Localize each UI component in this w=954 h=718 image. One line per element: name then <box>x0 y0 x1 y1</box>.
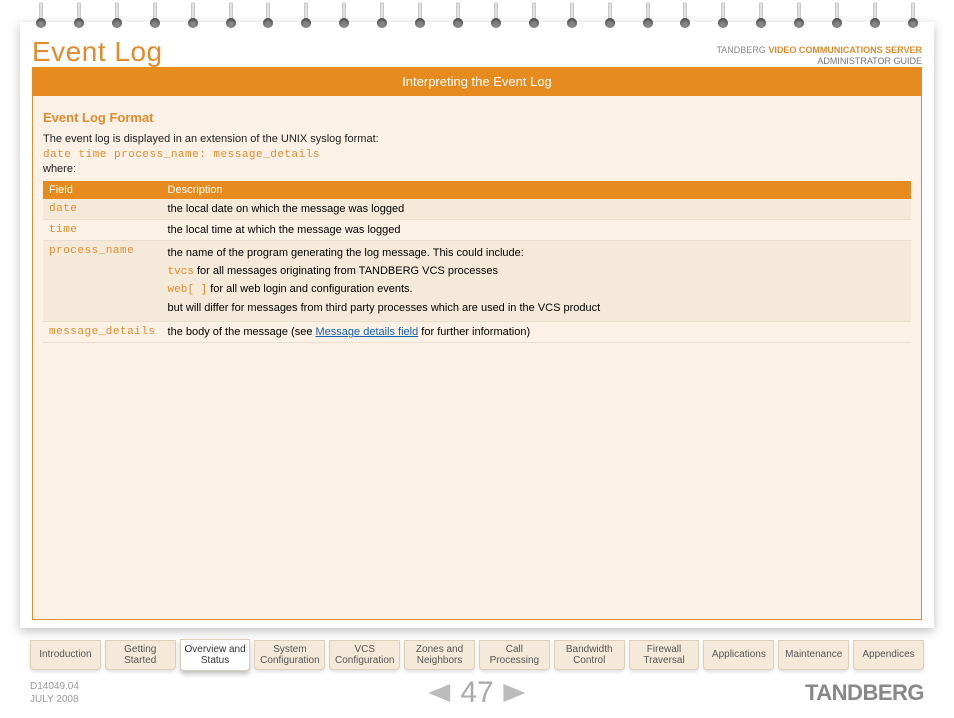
footer: D14049.04 JULY 2008 47 TANDBERG <box>30 676 924 710</box>
field-description: the local date on which the message was … <box>162 199 911 220</box>
tab-bandwidth-control[interactable]: BandwidthControl <box>554 640 625 670</box>
page-number: 47 <box>460 676 493 710</box>
header-meta: TANDBERG VIDEO COMMUNICATIONS SERVER ADM… <box>716 45 922 68</box>
tab-introduction[interactable]: Introduction <box>30 640 101 670</box>
field-description: the local time at which the message was … <box>162 220 911 241</box>
where-label: where: <box>33 163 921 181</box>
field-name: date <box>43 199 162 220</box>
tab-call-processing[interactable]: CallProcessing <box>479 640 550 670</box>
table-row: message_detailsthe body of the message (… <box>43 322 911 343</box>
prev-page-icon[interactable] <box>424 682 450 704</box>
tab-zones-and-neighbors[interactable]: Zones andNeighbors <box>404 640 475 670</box>
tab-maintenance[interactable]: Maintenance <box>778 640 849 670</box>
header-brand: TANDBERG <box>716 45 765 55</box>
table-row: process_namethe name of the program gene… <box>43 241 911 322</box>
table-row: timethe local time at which the message … <box>43 220 911 241</box>
pager: 47 <box>424 676 529 710</box>
doc-info: D14049.04 JULY 2008 <box>30 680 79 706</box>
content-area: Interpreting the Event Log Event Log For… <box>32 67 922 620</box>
next-page-icon[interactable] <box>504 682 530 704</box>
field-description: the body of the message (see Message det… <box>162 322 911 343</box>
tab-appendices[interactable]: Appendices <box>853 640 924 670</box>
page-title: Event Log <box>32 36 163 68</box>
tab-overview-and-status[interactable]: Overview andStatus <box>180 639 251 671</box>
field-description: the name of the program generating the l… <box>162 241 911 322</box>
doc-number: D14049.04 <box>30 680 79 693</box>
spiral-binding <box>35 2 919 32</box>
field-name: process_name <box>43 241 162 322</box>
col-description: Description <box>162 181 911 199</box>
syntax-line: date time process_name: message_details <box>33 145 921 163</box>
field-table: Field Description datethe local date on … <box>43 181 911 343</box>
header-product: VIDEO COMMUNICATIONS SERVER <box>768 45 922 55</box>
tab-firewall-traversal[interactable]: FirewallTraversal <box>629 640 700 670</box>
message-details-link[interactable]: Message details field <box>316 326 419 338</box>
intro-text: The event log is displayed in an extensi… <box>33 133 921 145</box>
doc-date: JULY 2008 <box>30 693 79 706</box>
tab-system-configuration[interactable]: SystemConfiguration <box>254 640 325 670</box>
nav-tabs: IntroductionGettingStartedOverview andSt… <box>30 640 924 670</box>
col-field: Field <box>43 181 162 199</box>
field-name: message_details <box>43 322 162 343</box>
tab-applications[interactable]: Applications <box>703 640 774 670</box>
footer-logo: TANDBERG <box>805 680 924 706</box>
page-sheet: Event Log TANDBERG VIDEO COMMUNICATIONS … <box>20 22 934 628</box>
field-name: time <box>43 220 162 241</box>
table-row: datethe local date on which the message … <box>43 199 911 220</box>
tab-vcs-configuration[interactable]: VCSConfiguration <box>329 640 400 670</box>
section-title: Event Log Format <box>33 96 921 133</box>
section-banner: Interpreting the Event Log <box>33 67 921 96</box>
tab-getting-started[interactable]: GettingStarted <box>105 640 176 670</box>
